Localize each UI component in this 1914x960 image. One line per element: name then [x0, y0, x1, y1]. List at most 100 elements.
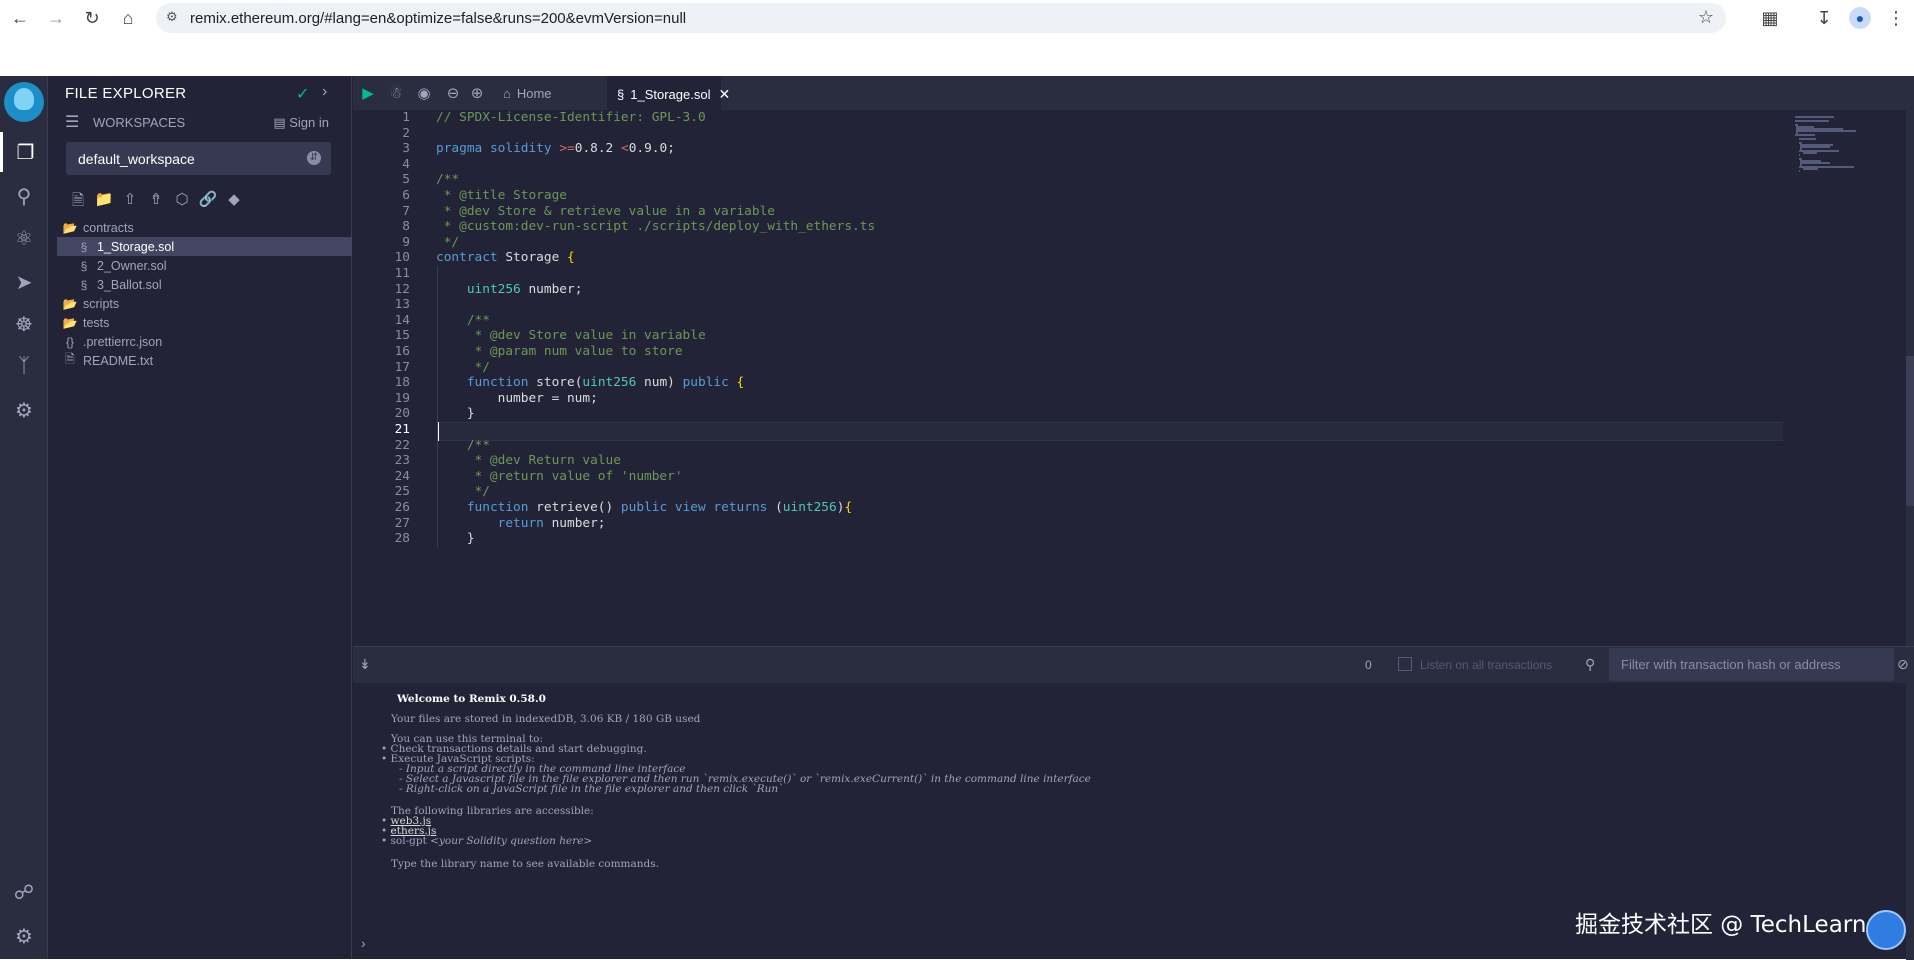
clear-console-icon[interactable]: ⊘: [1897, 656, 1909, 673]
plugin-settings-icon[interactable]: ⚙: [0, 390, 48, 430]
tab-1-storage-sol[interactable]: § 1_Storage.sol ✕: [607, 76, 730, 110]
floating-assistant-icon[interactable]: [1866, 910, 1906, 950]
zoom-out-icon[interactable]: ⊖: [441, 76, 465, 110]
tree-item-label: contracts: [83, 220, 134, 235]
deploy-run-icon[interactable]: ➤: [0, 262, 48, 302]
zoom-in-icon[interactable]: ⊕: [465, 76, 489, 110]
code-line: * @dev Store & retrieve value in a varia…: [436, 203, 775, 219]
editor-scrollbar-thumb[interactable]: [1906, 356, 1914, 506]
browser-menu-icon[interactable]: ⋮: [1878, 0, 1914, 36]
sign-in-button[interactable]: ▤ Sign in: [273, 115, 329, 131]
solidity-compiler-icon[interactable]: ⚛: [0, 218, 48, 258]
terminal-prompt-icon[interactable]: ›: [361, 935, 366, 951]
code-line: function retrieve() public view returns …: [466, 500, 853, 515]
select-arrow-icon: ⇵: [307, 151, 321, 165]
publish-gist-icon[interactable]: ⇧: [117, 190, 143, 210]
search-icon: ⚲: [1585, 656, 1596, 672]
tab-home[interactable]: ⌂ Home: [493, 76, 579, 110]
tree-file[interactable]: § 3_Ballot.sol: [57, 275, 352, 294]
remix-logo-icon[interactable]: [4, 82, 44, 122]
check-icon: ✓: [296, 86, 310, 103]
line-number: 13: [394, 297, 410, 313]
code-line: /**: [436, 312, 490, 328]
minimap-line: [1795, 116, 1834, 118]
home-icon[interactable]: ⌂: [110, 0, 146, 36]
file-explorer-icon[interactable]: ❐: [0, 132, 48, 172]
workspace-select[interactable]: default_workspace ⇵: [66, 142, 331, 175]
reload-icon[interactable]: ↻: [74, 0, 110, 36]
folder-icon: 📂: [62, 296, 78, 311]
bookmark-star-icon[interactable]: ☆: [1698, 7, 1714, 28]
back-icon[interactable]: ←: [2, 0, 38, 36]
chevron-right-icon[interactable]: ›: [322, 83, 327, 101]
welcome-text: Welcome to Remix 0.58.0: [397, 693, 546, 705]
tree-file[interactable]: § 1_Storage.sol: [57, 237, 352, 256]
profile-avatar[interactable]: ●: [1842, 0, 1878, 36]
line-number: 6: [402, 188, 410, 203]
git-icon[interactable]: ᛉ: [0, 346, 48, 386]
download-icon[interactable]: ↧: [1806, 0, 1842, 36]
collapse-terminal-icon[interactable]: ↡: [359, 656, 371, 673]
minimap[interactable]: [1783, 110, 1908, 646]
import-url-icon[interactable]: 🔗: [195, 190, 221, 210]
icon-panel: ❐ ⚲ ⚛ ➤ ☸ ᛉ ⚙ ☍ ⚙: [0, 76, 48, 959]
file-explorer-panel: FILE EXPLORER ✓ › ☰ WORKSPACES ▤ Sign in…: [49, 76, 352, 959]
folder-icon: 📂: [62, 315, 78, 330]
line-number: 1: [402, 110, 410, 125]
line-number: 17: [394, 359, 410, 375]
ai-assistant-icon[interactable]: ☃: [381, 76, 411, 110]
home-tab-icon: ⌂: [503, 85, 511, 101]
code-line: * @dev Store value in variable: [436, 328, 706, 344]
tx-filter-input[interactable]: Filter with transaction hash or address: [1609, 648, 1894, 681]
tree-item-label: README.txt: [83, 353, 154, 368]
new-file-icon[interactable]: 🗎: [65, 190, 91, 210]
close-icon[interactable]: ✕: [718, 86, 730, 103]
github-icon: ▤: [273, 115, 286, 130]
extensions-icon[interactable]: ▦: [1752, 0, 1788, 36]
tree-file[interactable]: {} .prettierrc.json: [57, 332, 352, 351]
tree-folder[interactable]: 📂 scripts: [57, 294, 352, 313]
run-script-icon[interactable]: ▶: [353, 76, 383, 110]
sign-in-label: Sign in: [289, 115, 329, 130]
code-line: return number;: [497, 515, 606, 531]
settings-gear-icon[interactable]: ⚙: [0, 916, 48, 956]
tab-label: 1_Storage.sol: [630, 86, 711, 102]
site-info-icon[interactable]: ⚙: [166, 9, 182, 25]
debugger-icon[interactable]: ☸: [0, 304, 48, 344]
terminal-scrollbar[interactable]: [1906, 683, 1914, 960]
toggle-autocompile-icon[interactable]: ◉: [409, 76, 439, 110]
panel-title: FILE EXPLORER: [65, 85, 187, 102]
code-editor[interactable]: 1 // SPDX-License-Identifier: GPL-3.0 2 3 pr…: [353, 110, 1783, 646]
new-folder-icon[interactable]: 📁: [91, 190, 117, 210]
code-line: */: [436, 359, 490, 375]
code-line: pragma solidity >=0.8.2 <0.9.0;: [436, 141, 675, 157]
storage-info: Your files are stored in indexedDB, 3.06…: [391, 713, 701, 725]
search-icon[interactable]: ⚲: [0, 176, 48, 216]
code-line: function store(uint256 num) public {: [466, 375, 745, 391]
line-number: 23: [394, 453, 410, 469]
upload-file-icon[interactable]: ⇮: [143, 190, 169, 210]
forward-icon[interactable]: →: [38, 0, 74, 36]
code-line: /**: [436, 172, 460, 188]
current-line-highlight: [437, 422, 1783, 441]
listen-all-checkbox[interactable]: [1398, 657, 1412, 671]
plugin-manager-icon[interactable]: ☍: [0, 872, 48, 912]
terminal-toolbar: ↡ 0 Listen on all transactions ⚲ Filter …: [353, 647, 1914, 683]
url-text: remix.ethereum.org/#lang=en&optimize=fal…: [190, 9, 687, 27]
solidity-file-icon: §: [80, 258, 88, 273]
tree-folder[interactable]: 📂 tests: [57, 313, 352, 332]
code-line: */: [436, 484, 490, 500]
tree-folder[interactable]: 📂 contracts: [57, 218, 352, 237]
line-number: 7: [402, 203, 410, 219]
code-line: * @return value of 'number': [436, 468, 683, 484]
list-item: • sol-gpt <your Solidity question here>: [381, 835, 593, 847]
line-number: 27: [394, 515, 410, 531]
tree-item-label: 3_Ballot.sol: [97, 277, 162, 292]
tree-file[interactable]: 🗎 README.txt: [57, 351, 352, 370]
upload-folder-icon[interactable]: ⬡: [169, 190, 195, 210]
hamburger-menu-icon[interactable]: ☰: [65, 112, 79, 132]
address-bar[interactable]: ⚙ remix.ethereum.org/#lang=en&optimize=f…: [156, 3, 1726, 33]
git-branch-icon[interactable]: ◆: [221, 190, 247, 210]
tree-file[interactable]: § 2_Owner.sol: [57, 256, 352, 275]
file-icon: 🗎: [65, 352, 75, 366]
